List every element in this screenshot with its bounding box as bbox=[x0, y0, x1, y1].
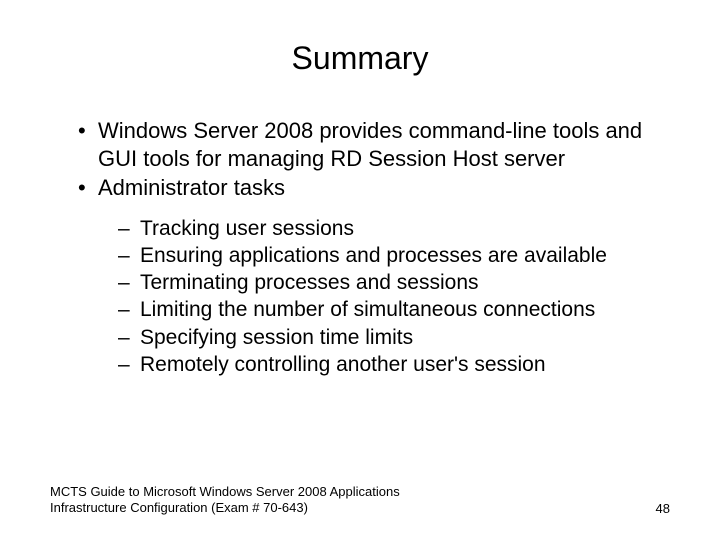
bullet-item: Windows Server 2008 provides command-lin… bbox=[78, 117, 670, 172]
bullet-item: Administrator tasks bbox=[78, 174, 670, 202]
sub-bullet-item: Specifying session time limits bbox=[118, 325, 670, 351]
slide-title: Summary bbox=[50, 40, 670, 77]
sub-bullet-item: Ensuring applications and processes are … bbox=[118, 243, 670, 269]
sub-bullet-item: Limiting the number of simultaneous conn… bbox=[118, 297, 670, 323]
slide-footer: MCTS Guide to Microsoft Windows Server 2… bbox=[50, 484, 670, 517]
main-bullet-list: Windows Server 2008 provides command-lin… bbox=[50, 117, 670, 202]
sub-bullet-list: Tracking user sessions Ensuring applicat… bbox=[50, 216, 670, 379]
sub-bullet-item: Tracking user sessions bbox=[118, 216, 670, 242]
page-number: 48 bbox=[656, 501, 670, 516]
footer-source: MCTS Guide to Microsoft Windows Server 2… bbox=[50, 484, 450, 517]
sub-bullet-item: Terminating processes and sessions bbox=[118, 270, 670, 296]
sub-bullet-item: Remotely controlling another user's sess… bbox=[118, 352, 670, 378]
